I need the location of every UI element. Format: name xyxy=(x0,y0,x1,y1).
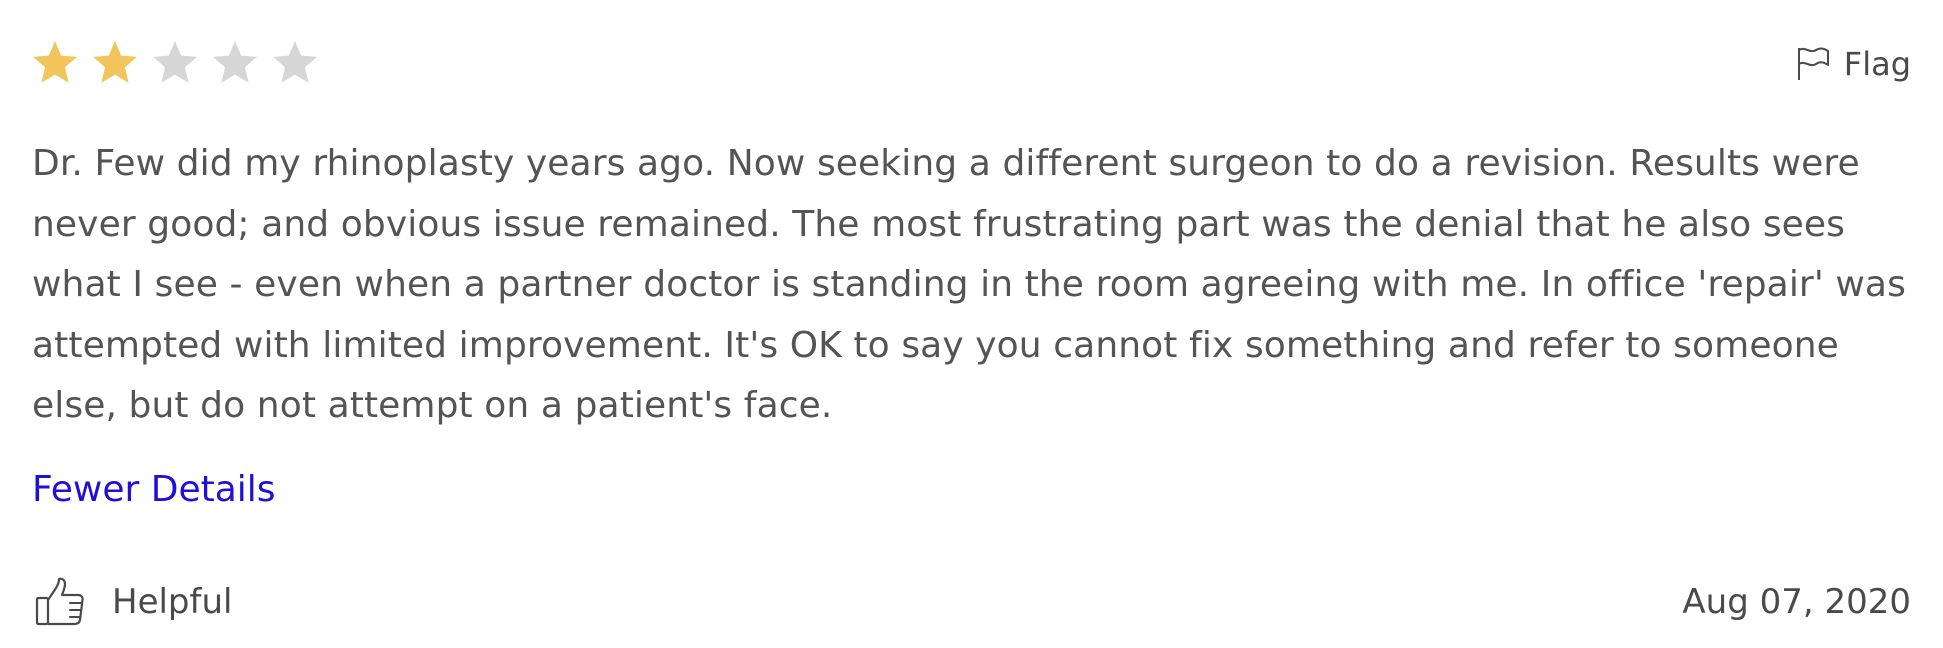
helpful-button[interactable]: Helpful xyxy=(34,576,232,628)
flag-label: Flag xyxy=(1843,45,1911,83)
fewer-details-link[interactable]: Fewer Details xyxy=(32,468,276,511)
star-filled-icon xyxy=(93,41,137,83)
thumbs-up-icon xyxy=(35,577,84,626)
review-card: Flag Dr. Few did my rhinoplasty years ag… xyxy=(0,0,1943,648)
flag-button[interactable]: Flag xyxy=(1796,46,1911,82)
flag-icon xyxy=(1797,47,1829,80)
star-rating xyxy=(30,38,320,88)
star-empty-icon xyxy=(153,41,197,83)
star-filled-icon xyxy=(33,41,77,83)
helpful-label: Helpful xyxy=(112,582,233,622)
review-date: Aug 07, 2020 xyxy=(1682,582,1911,622)
review-text: Dr. Few did my rhinoplasty years ago. No… xyxy=(32,143,1906,426)
star-empty-icon xyxy=(273,41,317,83)
star-empty-icon xyxy=(213,41,257,83)
